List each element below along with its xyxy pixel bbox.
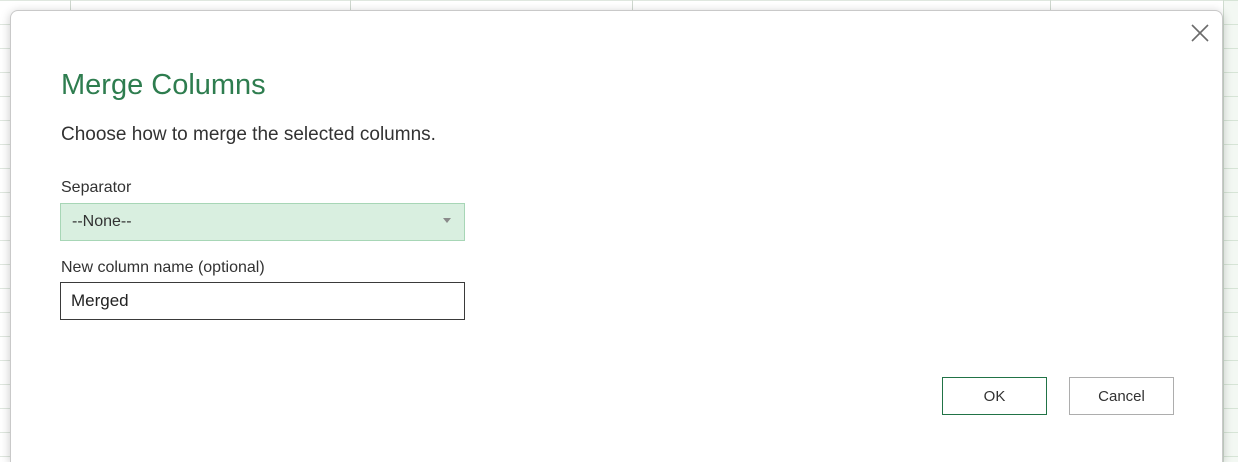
separator-label: Separator (61, 179, 132, 196)
background-spreadsheet (1223, 0, 1238, 462)
merge-columns-dialog: Merge Columns Choose how to merge the se… (10, 10, 1223, 462)
separator-dropdown[interactable]: --None-- (60, 203, 465, 241)
dialog-title: Merge Columns (61, 69, 266, 101)
chevron-down-icon (443, 218, 451, 223)
new-column-name-label: New column name (optional) (61, 259, 265, 276)
new-column-name-input[interactable] (60, 282, 465, 320)
dialog-subtitle: Choose how to merge the selected columns… (61, 124, 436, 145)
close-icon (1191, 24, 1209, 42)
separator-selected-value: --None-- (72, 213, 132, 230)
close-button[interactable] (1188, 21, 1212, 45)
cancel-button[interactable]: Cancel (1069, 377, 1174, 415)
ok-button[interactable]: OK (942, 377, 1047, 415)
